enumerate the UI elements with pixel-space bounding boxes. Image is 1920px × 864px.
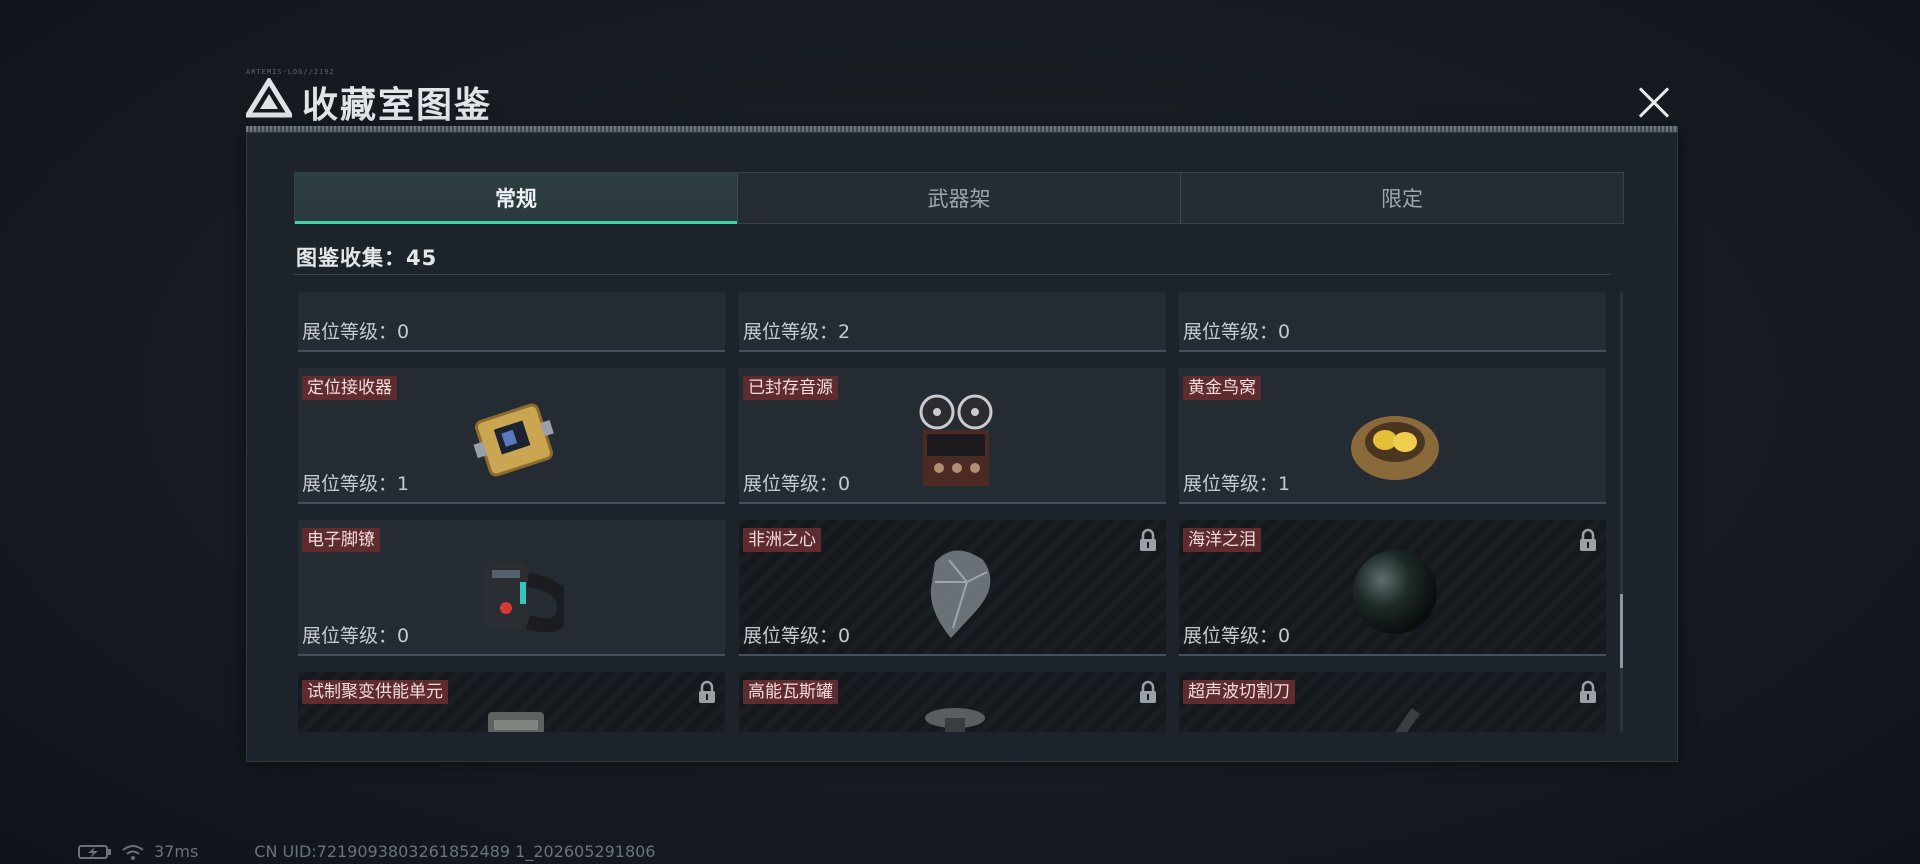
lock-icon [1140,680,1156,703]
item-name: 高能瓦斯罐 [743,680,838,704]
item-level-label: 展位等级： [1183,321,1279,343]
item-level: 展位等级：0 [1183,317,1290,344]
item-level-label: 展位等级： [302,321,398,343]
item-card[interactable]: 海洋之泪展位等级：0 [1179,520,1606,656]
item-card[interactable]: 定位接收器展位等级：1 [298,368,725,504]
item-name: 电子脚镣 [302,528,380,552]
item-name: 超声波切割刀 [1183,680,1295,704]
item-card[interactable]: 超声波切割刀 [1179,672,1606,732]
item-level: 展位等级：0 [1183,621,1290,648]
battery-charging-icon [78,845,111,859]
gas-canister-icon [925,708,985,732]
item-level-value: 0 [1278,321,1291,343]
diamond-icon [930,550,991,638]
item-card[interactable]: 黄金鸟窝展位等级：1 [1179,368,1606,504]
map-icon [905,292,1005,338]
delta-logo-icon [246,78,292,118]
uid-text: CN UID:7219093803261852489 1_20260529180… [254,842,656,861]
item-level: 展位等级：1 [302,469,409,496]
item-card[interactable]: 电子脚镣展位等级：0 [298,520,725,656]
item-card[interactable]: 已封存音源展位等级：0 [739,368,1166,504]
item-name: 非洲之心 [743,528,821,552]
item-level: 展位等级：0 [302,621,409,648]
item-level-value: 0 [838,473,851,495]
item-grid: 展位等级：0 展位等级：2 展位等级：0 定位接收器 展位等级：1 已封存音源 展位等级：0… [298,292,1610,732]
golden-nest-icon [1351,416,1439,480]
item-level-value: 0 [838,625,851,647]
item-card[interactable]: 试制聚变供能单元 [298,672,725,732]
page-title: 收藏室图鉴 [302,85,493,126]
item-level-value: 0 [397,625,410,647]
key-cutter-icon [464,292,564,338]
lock-icon [1140,528,1156,551]
item-level-value: 2 [838,321,851,343]
collection-count-label: 图鉴收集： [296,246,406,270]
item-name: 黄金鸟窝 [1183,376,1261,400]
tab-regular[interactable]: 常规 [295,173,737,224]
collection-count: 图鉴收集：45 [296,242,437,272]
header-caption: ARTEMIS-LOG//2192 [246,68,335,76]
category-tabs: 常规 武器架 限定 [294,172,1624,224]
wifi-icon [122,845,144,860]
item-name: 海洋之泪 [1183,528,1261,552]
item-level-label: 展位等级： [302,473,398,495]
item-card[interactable]: 展位等级：2 [739,292,1166,352]
tab-limited[interactable]: 限定 [1180,173,1623,223]
gold-frame-painting-icon [1345,292,1445,338]
item-level: 展位等级：1 [1183,469,1290,496]
item-level-value: 0 [397,321,410,343]
item-level-label: 展位等级： [743,321,839,343]
item-card[interactable]: 展位等级：0 [1179,292,1606,352]
item-level: 展位等级：0 [743,621,850,648]
item-level-label: 展位等级： [1183,625,1279,647]
lock-icon [699,680,715,703]
item-name: 试制聚变供能单元 [302,680,448,704]
fusion-cell-icon [488,712,544,732]
lock-icon [1580,528,1596,551]
item-name: 已封存音源 [743,376,838,400]
scrollbar-thumb[interactable] [1620,594,1623,668]
item-level-label: 展位等级： [743,473,839,495]
item-level: 展位等级：0 [743,469,850,496]
collection-count-value: 45 [406,246,438,270]
item-level-label: 展位等级： [743,625,839,647]
count-divider [294,274,1610,275]
item-level: 展位等级：2 [743,317,850,344]
black-pearl-icon [1353,550,1437,634]
item-level-value: 1 [397,473,410,495]
item-card[interactable]: 高能瓦斯罐 [739,672,1166,732]
ping-value: 37ms [154,842,199,861]
item-level: 展位等级：0 [302,317,409,344]
lock-icon [1580,680,1596,703]
item-name: 定位接收器 [302,376,397,400]
item-level-label: 展位等级： [302,625,398,647]
item-card[interactable]: 展位等级：0 [298,292,725,352]
item-level-value: 1 [1278,473,1291,495]
ankle-monitor-icon [484,562,564,633]
status-bar: 37ms CN UID:7219093803261852489 1_202605… [78,844,655,860]
tab-weapon-rack[interactable]: 武器架 [737,173,1180,223]
reel-tape-recorder-icon [919,394,993,486]
item-card[interactable]: 非洲之心展位等级：0 [739,520,1166,656]
close-button[interactable] [1630,80,1678,126]
item-level-label: 展位等级： [1183,473,1279,495]
receiver-device-icon [473,403,554,477]
item-level-value: 0 [1278,625,1291,647]
ultrasonic-knife-icon [1371,708,1420,732]
